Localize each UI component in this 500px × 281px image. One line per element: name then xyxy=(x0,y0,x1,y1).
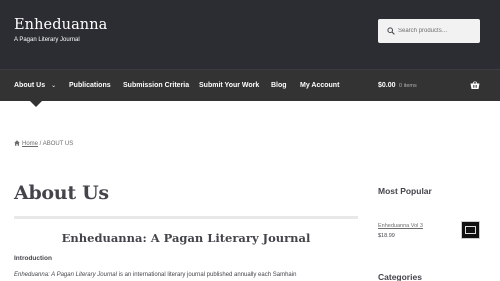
active-menu-indicator xyxy=(30,101,42,107)
nav-item-about-us[interactable]: About Us ⌄ xyxy=(14,82,56,89)
product-search[interactable] xyxy=(378,19,480,43)
introduction-label: Introduction xyxy=(14,255,52,262)
site-title[interactable]: Enheduanna xyxy=(14,17,107,33)
search-input[interactable] xyxy=(398,25,476,37)
page-title: About Us xyxy=(14,182,109,204)
home-icon xyxy=(14,140,20,146)
cart-total[interactable]: $0.00 xyxy=(378,82,396,89)
primary-navigation: About Us ⌄ Publications Submission Criter… xyxy=(0,69,500,107)
title-divider xyxy=(14,216,358,219)
breadcrumb-home-link[interactable]: Home xyxy=(22,141,38,147)
site-tagline: A Pagan Literary Journal xyxy=(14,37,80,43)
product-thumbnail[interactable] xyxy=(461,221,480,239)
cart-count[interactable]: 0 items xyxy=(399,83,417,89)
nav-item-my-account[interactable]: My Account xyxy=(300,82,339,89)
journal-heading: Enheduanna: A Pagan Literary Journal xyxy=(61,231,311,245)
most-popular-title: Most Popular xyxy=(378,186,432,196)
chevron-down-icon: ⌄ xyxy=(51,83,57,89)
introduction-text: Enheduanna: A Pagan Literary Journal is … xyxy=(14,272,358,278)
categories-title: Categories xyxy=(378,272,422,281)
nav-item-submit-your-work[interactable]: Submit Your Work xyxy=(199,82,259,89)
nav-item-blog[interactable]: Blog xyxy=(271,82,287,89)
product-link[interactable]: Enheduanna Vol 3 xyxy=(378,223,423,229)
nav-item-publications[interactable]: Publications xyxy=(69,82,111,89)
breadcrumb-current: ABOUT US xyxy=(42,141,74,147)
site-header: Enheduanna A Pagan Literary Journal xyxy=(0,0,500,69)
product-price: $18.99 xyxy=(378,233,395,239)
nav-item-label: About Us xyxy=(14,82,46,89)
search-icon xyxy=(387,27,395,35)
basket-icon[interactable] xyxy=(470,81,480,90)
introduction-body: is an international literary journal pub… xyxy=(116,272,297,278)
nav-item-submission-criteria[interactable]: Submission Criteria xyxy=(123,82,189,89)
journal-name-emphasis: Enheduanna: A Pagan Literary Journal xyxy=(14,272,117,278)
breadcrumb: Home / ABOUT US xyxy=(14,140,73,147)
